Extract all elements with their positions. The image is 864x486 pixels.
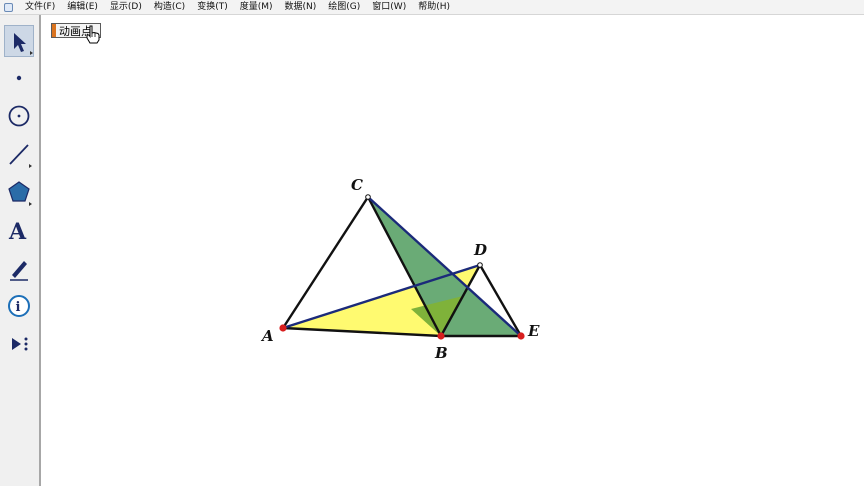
menu-measure[interactable]: 度量(M) — [234, 0, 279, 14]
label-b: B — [435, 344, 448, 362]
label-a: A — [262, 327, 274, 345]
sketch-canvas[interactable]: 动画点 A B C D E — [43, 15, 864, 486]
menu-bar: 文件(F) 编辑(E) 显示(D) 构造(C) 变换(T) 度量(M) 数据(N… — [0, 0, 864, 15]
polygon-icon[interactable] — [4, 177, 34, 209]
point-d[interactable] — [477, 262, 483, 268]
custom-tools-icon[interactable] — [4, 329, 34, 361]
point-b[interactable] — [437, 332, 445, 340]
information-icon[interactable]: i — [4, 291, 34, 323]
geometry-figure — [279, 194, 525, 340]
menu-data[interactable]: 数据(N) — [279, 0, 323, 14]
svg-text:A: A — [8, 219, 27, 245]
menu-transform[interactable]: 变换(T) — [191, 0, 234, 14]
label-d: D — [474, 241, 488, 259]
sketchpad-app-icon[interactable] — [4, 2, 13, 12]
menu-window[interactable]: 窗口(W) — [366, 0, 412, 14]
menu-edit[interactable]: 编辑(E) — [61, 0, 104, 14]
point-icon[interactable] — [4, 63, 34, 95]
straightedge-icon[interactable] — [4, 139, 34, 171]
menu-graph[interactable]: 绘图(G) — [322, 0, 366, 14]
compass-icon[interactable] — [4, 101, 34, 133]
marker-icon[interactable] — [4, 253, 34, 285]
point-a[interactable] — [279, 324, 287, 332]
svg-text:i: i — [16, 300, 21, 315]
menu-display[interactable]: 显示(D) — [104, 0, 148, 14]
point-e[interactable] — [517, 332, 525, 340]
menu-file[interactable]: 文件(F) — [19, 0, 61, 14]
point-c[interactable] — [365, 194, 371, 200]
label-c: C — [351, 176, 363, 194]
label-e: E — [528, 322, 540, 340]
arrow-select-icon[interactable] — [4, 25, 34, 57]
tool-panel: A i — [0, 15, 41, 486]
menu-help[interactable]: 帮助(H) — [412, 0, 456, 14]
text-icon[interactable]: A — [4, 215, 34, 247]
menu-construct[interactable]: 构造(C) — [148, 0, 191, 14]
